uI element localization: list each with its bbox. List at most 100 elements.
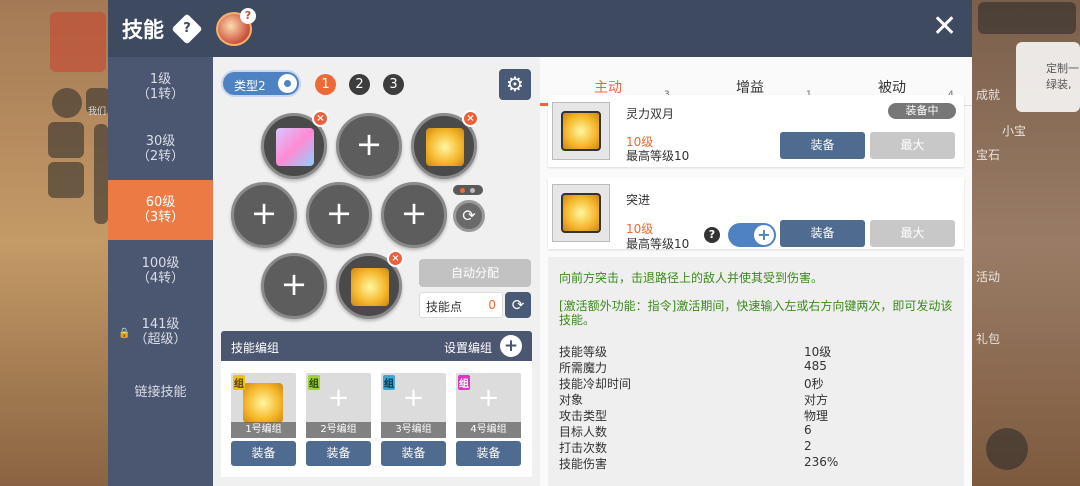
rotate-icon[interactable]: ⟳ <box>453 200 485 232</box>
sword-icon <box>48 122 84 158</box>
job-sidebar: 1级 （1转） 30级 （2转） 60级 （3转） 100级 （4转） 🔒 141级 （超级… <box>108 57 213 486</box>
attr-row: 攻击类型 物理 <box>559 409 829 423</box>
close-icon[interactable]: ✕ <box>932 12 957 42</box>
attr-row: 技能伤害 236% <box>559 455 839 471</box>
skill-points: 技能点 0 <box>419 292 503 318</box>
loadout-panel: 类型2 1 2 3 ⚙ × + × + + + ⟳ + × 自动分配 技能点 0 … <box>213 57 539 486</box>
group-4-equip-button[interactable]: 装备 <box>456 441 521 466</box>
sidebar-item-level-60[interactable]: 60级 （3转） <box>108 180 213 240</box>
type-toggle[interactable]: 类型2 <box>221 70 301 97</box>
skill-image <box>552 102 610 160</box>
attr-row: 目标人数 6 <box>559 423 812 439</box>
background-left: 我们 <box>0 0 110 486</box>
attr-row: 技能等级 10级 <box>559 345 832 359</box>
skill-points-label: 技能点 <box>426 300 463 314</box>
chat-label: 我们 <box>88 107 107 117</box>
skill-points-value: 0 <box>488 298 496 312</box>
group-3-equip-button[interactable]: 装备 <box>381 441 446 466</box>
gems-label: 宝石 <box>976 148 1001 162</box>
group-label: 1号编组 <box>231 422 296 438</box>
remove-icon[interactable]: × <box>312 110 329 127</box>
window-header: 技能 ? ? ✕ <box>108 0 972 57</box>
sidebar-item-level-100[interactable]: 100级 （4转） <box>108 241 213 301</box>
sidebar-item-level-30[interactable]: 30级 （2转） <box>108 119 213 179</box>
events-label: 活动 <box>976 270 1001 284</box>
promo-line1: 定制一 <box>1046 62 1079 75</box>
group-title: 技能编组 <box>231 341 280 355</box>
page-3-button[interactable]: 3 <box>383 74 404 95</box>
group-label: 4号编组 <box>456 422 521 438</box>
group-header: 技能编组 设置编组 + <box>221 331 532 361</box>
character-portrait <box>50 12 106 72</box>
auto-assign-button[interactable]: 自动分配 <box>419 259 531 287</box>
loadout-settings-gear-icon[interactable]: ⚙ <box>499 69 531 100</box>
skill-name: 突进 <box>626 193 651 207</box>
group-1-equip-button[interactable]: 装备 <box>231 441 296 466</box>
group-card-4[interactable]: 组 +4号编组 <box>456 373 521 438</box>
sidebar-item-level-141[interactable]: 🔒 141级 （超级） <box>108 302 213 362</box>
skill-icon <box>351 268 389 306</box>
group-label: 2号编组 <box>306 422 371 438</box>
sidebar-item-link-skills[interactable]: 链接技能 <box>108 362 213 422</box>
background-panel <box>94 124 108 224</box>
skill-row[interactable]: 灵力双月 装备中 10级 最高等级10 装备 最大 <box>548 95 964 167</box>
skill-icon <box>243 383 283 423</box>
skill-slot-8[interactable]: × <box>336 250 404 319</box>
skill-slot-4[interactable]: + <box>231 182 297 248</box>
help-icon[interactable]: ? <box>704 227 720 243</box>
skill-attributes: 技能等级 10级 所需魔力 485 技能冷却时间 0秒 对象 对方 攻击类型 物理 目标人… <box>559 343 959 471</box>
group-label: 3号编组 <box>381 422 446 438</box>
skill-image <box>552 184 610 242</box>
group-card-1[interactable]: 组 1号编组 <box>231 373 296 438</box>
skill-slot-5[interactable]: + <box>306 182 372 248</box>
max-button[interactable]: 最大 <box>870 220 955 247</box>
back-arrow-icon <box>52 88 82 118</box>
skill-row[interactable]: 突进 10级 最高等级10 ? 装备 最大 <box>548 177 964 251</box>
gifts-label: 礼包 <box>976 332 1001 346</box>
skill-description: 向前方突击，击退路径上的敌人并使其受到伤害。 <box>559 271 824 285</box>
attr-row: 技能冷却时间 0秒 <box>559 377 824 391</box>
refresh-icon[interactable]: ⟳ <box>505 292 531 318</box>
skill-slot-6[interactable]: + <box>381 182 447 248</box>
rotation-indicator <box>453 185 483 195</box>
skill-slot-7[interactable]: + <box>261 253 327 319</box>
add-icon: + <box>402 383 425 413</box>
skill-slot-1[interactable]: × <box>261 110 329 179</box>
attr-row: 打击次数 2 <box>559 439 812 455</box>
skill-icon <box>276 128 314 166</box>
equip-button[interactable]: 装备 <box>780 132 865 159</box>
lock-icon: 🔒 <box>118 328 131 339</box>
add-icon: + <box>327 383 350 413</box>
skill-slot-3[interactable]: × <box>411 110 479 179</box>
add-group-button[interactable]: + <box>500 335 522 357</box>
tab-passive[interactable]: 被动 <box>878 77 906 97</box>
skill-slot-2[interactable]: + <box>336 113 402 179</box>
tab-active[interactable]: 主动 <box>594 77 622 97</box>
equip-button[interactable]: 装备 <box>780 220 865 247</box>
level-up-toggle[interactable] <box>728 223 776 247</box>
group-card-2[interactable]: 组 +2号编组 <box>306 373 371 438</box>
remove-icon[interactable]: × <box>462 110 479 127</box>
mascot-help-icon[interactable]: ? <box>216 8 256 46</box>
skill-list-panel: 主动 3 增益 1 被动 4 灵力双月 装备中 10级 最高等级10 装备 最大… <box>540 57 972 486</box>
group-card-3[interactable]: 组 +3号编组 <box>381 373 446 438</box>
skill-extra-description: [激活额外功能：指令]激活期间，快速输入左或右方向键两次，即可发动该技能。 <box>559 299 953 327</box>
equipped-badge: 装备中 <box>888 103 956 119</box>
max-button[interactable]: 最大 <box>870 132 955 159</box>
small-treasure-label: 小宝 <box>1002 124 1027 138</box>
group-2-equip-button[interactable]: 装备 <box>306 441 371 466</box>
sidebar-item-level-1[interactable]: 1级 （1转） <box>108 57 213 117</box>
group-tag: 组 <box>233 375 245 390</box>
attr-row: 所需魔力 485 <box>559 359 827 375</box>
background-close-button <box>978 2 1076 34</box>
attr-row: 对象 对方 <box>559 393 829 407</box>
handshake-icon <box>48 162 84 198</box>
window-title: 技能 <box>122 18 164 42</box>
settings-gear-icon <box>986 428 1028 470</box>
setup-group-label[interactable]: 设置编组 <box>444 339 492 356</box>
help-icon[interactable]: ? <box>171 13 203 45</box>
page-2-button[interactable]: 2 <box>349 74 370 95</box>
remove-icon[interactable]: × <box>387 250 404 267</box>
page-1-button[interactable]: 1 <box>315 74 336 95</box>
tab-buff[interactable]: 增益 <box>736 77 764 97</box>
